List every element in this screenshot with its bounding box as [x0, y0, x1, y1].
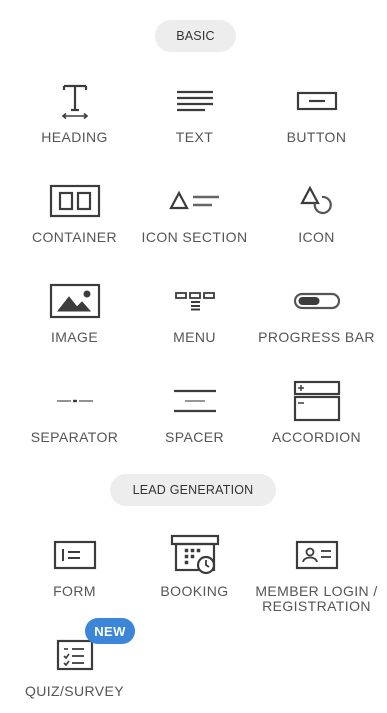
- widget-booking-label: BOOKING: [160, 583, 229, 599]
- widget-form[interactable]: FORM: [10, 530, 139, 625]
- widget-separator-label: SEPARATOR: [30, 429, 119, 445]
- member-login-label-line1: MEMBER LOGIN /: [255, 583, 378, 599]
- widget-text[interactable]: TEXT: [130, 76, 259, 171]
- widget-accordion[interactable]: ACCORDION: [252, 376, 381, 471]
- container-icon: [10, 176, 139, 226]
- text-icon: [130, 76, 259, 126]
- widget-spacer[interactable]: SPACER: [130, 376, 259, 471]
- widget-menu-label: MENU: [173, 329, 216, 345]
- widget-accordion-label: ACCORDION: [271, 429, 362, 445]
- widget-heading-label: HEADING: [41, 129, 108, 145]
- widget-spacer-label: SPACER: [165, 429, 224, 445]
- shapes-icon: [252, 176, 381, 226]
- widget-button[interactable]: BUTTON: [252, 76, 381, 171]
- widget-icon-section[interactable]: ICON SECTION: [130, 176, 259, 271]
- widget-separator[interactable]: SEPARATOR: [10, 376, 139, 471]
- heading-icon: [10, 76, 139, 126]
- button-icon: [252, 76, 381, 126]
- accordion-icon: [252, 376, 381, 426]
- widget-member-login[interactable]: MEMBER LOGIN / REGISTRATION: [252, 530, 381, 625]
- widget-container[interactable]: CONTAINER: [10, 176, 139, 271]
- form-icon: [10, 530, 139, 580]
- separator-icon: [10, 376, 139, 426]
- widget-form-label: FORM: [53, 583, 96, 599]
- widget-icon[interactable]: ICON: [252, 176, 381, 271]
- image-icon: [10, 276, 139, 326]
- widget-heading[interactable]: HEADING: [10, 76, 139, 171]
- widget-progress-bar-label: PROGRESS BAR: [258, 329, 375, 345]
- widget-quiz-survey-label: QUIZ/SURVEY: [24, 683, 125, 699]
- widget-image-label: IMAGE: [50, 329, 99, 345]
- progress-bar-icon: [252, 276, 381, 326]
- widget-booking[interactable]: BOOKING: [130, 530, 259, 625]
- section-basic-pill: BASIC: [155, 20, 236, 52]
- section-lead-generation-pill: LEAD GENERATION: [110, 474, 276, 506]
- widget-progress-bar[interactable]: PROGRESS BAR: [252, 276, 381, 371]
- member-card-icon: [252, 530, 381, 580]
- member-login-label-line2: REGISTRATION: [262, 598, 371, 614]
- menu-icon: [130, 276, 259, 326]
- widget-menu[interactable]: MENU: [130, 276, 259, 371]
- new-badge: NEW: [85, 618, 135, 644]
- widget-button-label: BUTTON: [286, 129, 347, 145]
- spacer-icon: [130, 376, 259, 426]
- widget-member-login-label: MEMBER LOGIN / REGISTRATION: [252, 584, 381, 614]
- widget-image[interactable]: IMAGE: [10, 276, 139, 371]
- widget-icon-label: ICON: [298, 229, 335, 245]
- icon-section-icon: [130, 176, 259, 226]
- widget-icon-section-label: ICON SECTION: [141, 229, 248, 245]
- widget-text-label: TEXT: [175, 129, 214, 145]
- booking-icon: [130, 530, 259, 580]
- widget-container-label: CONTAINER: [31, 229, 117, 245]
